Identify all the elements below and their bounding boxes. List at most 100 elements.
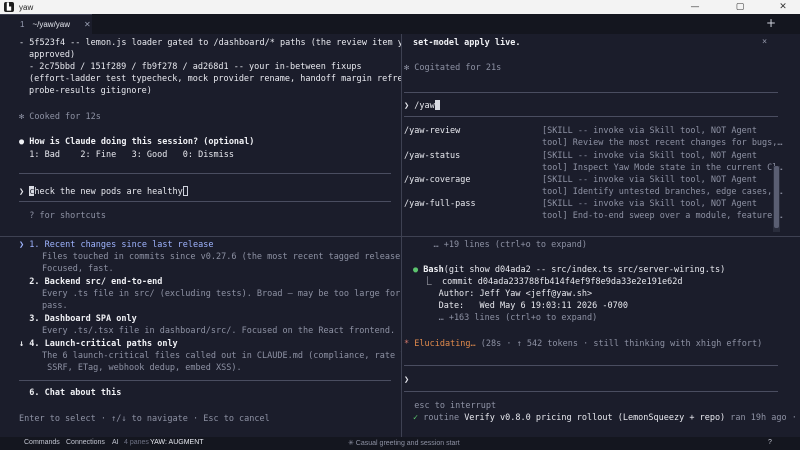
option-number: 4. <box>29 339 40 349</box>
option-number: 2. <box>29 277 40 287</box>
shortcuts-hint: ? for shortcuts <box>19 211 106 221</box>
pane-top-left[interactable]: - 5f523f4 -- lemon.js loader gated to /d… <box>0 34 401 236</box>
output-line: probe-results gitignore) <box>29 86 152 96</box>
bash-command: (git show d04ada2 -- src/index.ts src/se… <box>443 265 726 275</box>
statusbar-commands[interactable]: Commands <box>24 439 60 446</box>
command-desc: tool] Inspect Yaw Mode state in the curr… <box>542 163 783 173</box>
status-word: Elucidating… <box>414 339 476 349</box>
command-name: /yaw-review <box>404 126 461 136</box>
options-divider <box>19 380 391 381</box>
statusbar-session: ✳ Casual greeting and session start <box>348 440 460 447</box>
bash-label: Bash <box>423 265 444 275</box>
window-title: yaw <box>19 2 34 12</box>
tab-bar: 1 ~/yaw/yaw ✕ + <box>0 14 800 34</box>
select-footer: Enter to select · ↑/↓ to navigate · Esc … <box>19 414 270 424</box>
routine-prefix: routine <box>418 413 465 423</box>
prompt-input[interactable]: ❯ <box>404 375 409 386</box>
status-detail: (28s · ↑ 542 tokens · still thinking wit… <box>475 339 763 349</box>
routine-status: ✓ routine Verify v0.8.0 pricing rollout … <box>413 413 800 424</box>
input-border-top <box>404 92 778 93</box>
tab-close-icon[interactable]: ✕ <box>84 20 91 29</box>
interrupt-hint: esc to interrupt <box>404 401 497 411</box>
tab-label: ~/yaw/yaw <box>32 20 71 29</box>
option-marker: ↓ <box>19 339 25 349</box>
command-desc: [SKILL -- invoke via Skill tool, NOT Age… <box>542 151 757 161</box>
command-name: /yaw-full-pass <box>404 199 476 209</box>
tab-number: 1 <box>20 20 25 29</box>
option-desc: Files touched in commits since v0.27.6 (… <box>42 252 401 262</box>
statusbar-connections[interactable]: Connections <box>66 439 105 446</box>
input-border-bottom <box>404 116 778 117</box>
prompt-symbol: ❯ <box>19 187 25 197</box>
window-titlebar: ▙ yaw — ▢ ✕ <box>0 0 800 14</box>
pane-bottom-left[interactable]: ❯ 1. Recent changes since last release F… <box>0 237 401 437</box>
output-line: (effort-ladder test typecheck, mock prov… <box>29 74 401 84</box>
option-title: Dashboard SPA only <box>44 314 137 324</box>
bash-output: ⎿ commit d04ada233788fb414f4ef9f8e9da33e… <box>413 277 683 287</box>
feedback-options[interactable]: 1: Bad 2: Fine 3: Good 0: Dismiss <box>19 150 234 161</box>
option-title: Backend src/ end-to-end <box>44 277 163 287</box>
input-border-bottom <box>19 201 391 202</box>
option-desc: Every .ts file in src/ (excluding tests)… <box>42 289 401 299</box>
option-title: Recent changes since last release <box>44 240 214 250</box>
prompt-input[interactable]: ❯ /yaw <box>404 100 440 112</box>
bash-output: Author: Jeff Yaw <jeff@yaw.sh> <box>413 289 593 299</box>
input-text: heck the new pods are healthy <box>34 187 183 197</box>
statusbar-panes: 4 panes <box>124 439 149 446</box>
statusbar-mode[interactable]: YAW: AUGMENT <box>150 439 204 446</box>
command-name: /yaw-coverage <box>404 175 471 185</box>
command-desc: [SKILL -- invoke via Skill tool, NOT Age… <box>542 126 757 136</box>
block-cursor <box>182 186 188 196</box>
option-desc: Every .ts/.tsx file in dashboard/src/. F… <box>42 326 396 336</box>
bash-bullet: ● <box>413 265 419 275</box>
bash-output: Date: Wed May 6 19:03:11 2026 -0700 <box>413 301 628 311</box>
routine-name: Verify v0.8.0 pricing rollout (LemonSque… <box>464 413 726 423</box>
cooked-status: ✻ Cooked for 12s <box>19 112 101 122</box>
output-line: - 2c75bbd / 151f289 / fb9f278 / ad268d1 … <box>29 62 362 72</box>
input-border-top <box>19 173 391 174</box>
expand-hint[interactable]: … +163 lines (ctrl+o to expand) <box>413 313 598 324</box>
input-text: /yaw <box>409 101 435 111</box>
minimize-button[interactable]: — <box>680 0 710 14</box>
option-number: 1. <box>29 240 40 250</box>
input-border-top <box>404 365 778 366</box>
pane-top-right[interactable]: set-model apply live. × ✻ Cogitated for … <box>402 34 800 236</box>
option-desc: Focused, fast. <box>42 264 114 274</box>
option-desc: SSRF, ETag, webhook dedup, embed XSS). <box>42 363 242 373</box>
scrollbar-thumb[interactable] <box>774 166 779 228</box>
bash-call: ● Bash(git show d04ada2 -- src/index.ts … <box>413 265 725 276</box>
tab-terminal[interactable]: 1 ~/yaw/yaw ✕ <box>0 14 92 34</box>
input-border-bottom <box>404 391 778 392</box>
output-line: approved) <box>29 50 76 60</box>
maximize-button[interactable]: ▢ <box>725 0 755 14</box>
command-desc: tool] End-to-end sweep over a module, fe… <box>542 211 783 221</box>
help-icon[interactable]: ? <box>768 439 772 446</box>
prompt-input[interactable]: ❯ check the new pods are healthy <box>19 186 188 198</box>
thinking-status: * Elucidating… (28s · ↑ 542 tokens · sti… <box>404 339 762 350</box>
close-button[interactable]: ✕ <box>768 0 798 14</box>
option-desc: The 6 launch-critical files called out i… <box>42 351 401 361</box>
command-desc: [SKILL -- invoke via Skill tool, NOT Age… <box>542 175 757 185</box>
pane-close-icon[interactable]: × <box>762 37 767 48</box>
status-bar: Commands Connections AI 4 panes YAW: AUG… <box>0 437 800 450</box>
feedback-question: ● How is Claude doing this session? (opt… <box>19 137 255 147</box>
command-name: /yaw-status <box>404 151 461 161</box>
new-tab-button[interactable]: + <box>766 16 776 30</box>
output-line: - 5f523f4 -- lemon.js loader gated to /d… <box>19 38 401 48</box>
status-star: * <box>404 339 410 349</box>
option-number: 3. <box>29 314 40 324</box>
statusbar-ai[interactable]: AI <box>112 439 119 446</box>
prompt-symbol: ❯ <box>404 375 410 385</box>
output-line: set-model apply live. <box>413 38 521 48</box>
option-marker <box>19 314 24 324</box>
option-marker <box>19 277 24 287</box>
command-desc: tool] Review the most recent changes for… <box>542 138 783 148</box>
pane-bottom-right[interactable]: … +19 lines (ctrl+o to expand) ● Bash(gi… <box>402 237 800 437</box>
expand-hint[interactable]: … +19 lines (ctrl+o to expand) <box>413 240 587 251</box>
chat-option[interactable]: 6. Chat about this <box>19 388 121 399</box>
app-icon: ▙ <box>4 2 14 12</box>
command-desc: [SKILL -- invoke via Skill tool, NOT Age… <box>542 199 757 209</box>
command-desc: tool] Identify untested branches, edge c… <box>542 187 783 197</box>
cogitated-status: ✻ Cogitated for 21s <box>404 63 502 73</box>
option-marker: ❯ <box>19 240 25 250</box>
